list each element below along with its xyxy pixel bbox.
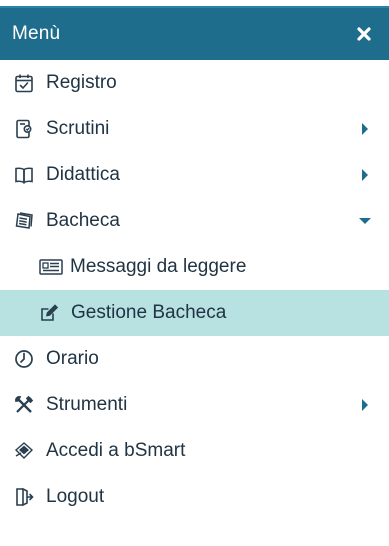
menu-item-label: Registro [46, 72, 117, 93]
menu-title: Menù [12, 23, 61, 44]
menu-item-registro[interactable]: Registro [0, 60, 389, 106]
edit-icon [38, 302, 60, 324]
menu-item-bsmart[interactable]: Accedi a bSmart [0, 428, 389, 474]
close-icon[interactable] [355, 25, 373, 43]
book-open-icon [13, 164, 35, 186]
newspaper-icon [13, 210, 35, 232]
menu-item-label: Gestione Bacheca [71, 302, 227, 323]
menu-item-gestione-bacheca[interactable]: Gestione Bacheca [0, 290, 389, 336]
logout-icon [13, 486, 35, 508]
menu-header: Menù [0, 6, 389, 60]
menu-item-label: Accedi a bSmart [46, 440, 186, 461]
menu-item-bacheca[interactable]: Bacheca [0, 198, 389, 244]
menu-item-label: Bacheca [46, 210, 120, 231]
chevron-right-icon [359, 399, 371, 411]
menu-item-label: Didattica [46, 164, 120, 185]
calendar-check-icon [13, 72, 35, 94]
menu-item-scrutini[interactable]: Scrutini [0, 106, 389, 152]
chevron-down-icon [359, 215, 371, 227]
menu-item-label: Logout [46, 486, 105, 507]
menu-item-label: Scrutini [46, 118, 110, 139]
tools-icon [13, 394, 35, 416]
menu-item-orario[interactable]: Orario [0, 336, 389, 382]
menu-item-logout[interactable]: Logout [0, 474, 389, 520]
chevron-right-icon [359, 169, 371, 181]
menu-item-label: Messaggi da leggere [70, 256, 247, 277]
menu-item-strumenti[interactable]: Strumenti [0, 382, 389, 428]
menu-item-label: Strumenti [46, 394, 128, 415]
news-card-icon [38, 256, 64, 278]
menu-item-messaggi-da-leggere[interactable]: Messaggi da leggere [0, 244, 389, 290]
bsmart-icon [13, 440, 35, 462]
menu-list: Registro Scrutini Didattica Bacheca Mess… [0, 60, 389, 520]
menu-item-didattica[interactable]: Didattica [0, 152, 389, 198]
clock-icon [13, 348, 35, 370]
chevron-right-icon [359, 123, 371, 135]
scrutini-icon [13, 118, 35, 140]
menu-item-label: Orario [46, 348, 99, 369]
